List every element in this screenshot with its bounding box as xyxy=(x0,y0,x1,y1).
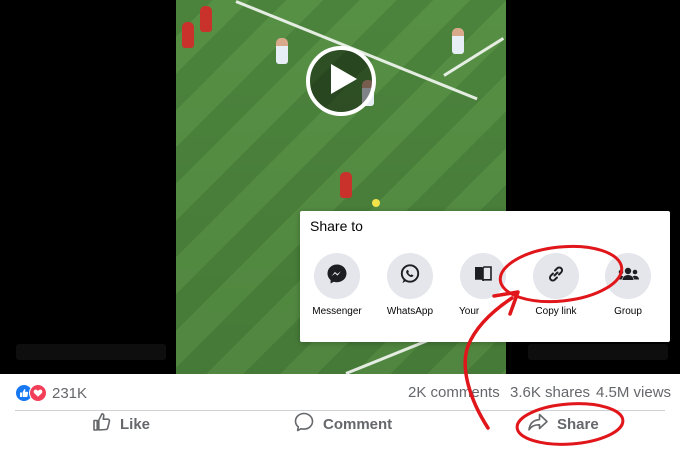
partially-visible-text xyxy=(15,447,41,454)
share-option-label: Copy link xyxy=(535,306,577,317)
messenger-icon xyxy=(326,263,348,290)
share-option-whatsapp[interactable]: WhatsApp xyxy=(370,253,450,317)
reactions-count: 231K xyxy=(52,384,88,402)
views-count: 4.5M views xyxy=(596,384,672,401)
share-panel-title: Share to xyxy=(310,218,363,234)
post-stats: 231K 2K comments 3.6K shares 4.5M views xyxy=(0,374,680,410)
book-icon xyxy=(472,263,494,290)
comments-count[interactable]: 2K comments xyxy=(408,384,500,401)
comment-icon xyxy=(293,411,315,437)
share-arrow-icon xyxy=(527,412,549,436)
share-to-panel: Share to Messenger WhatsApp Your Copy li… xyxy=(300,211,670,342)
video-controls xyxy=(16,344,166,360)
play-icon xyxy=(323,62,359,101)
player xyxy=(200,6,212,32)
ball xyxy=(372,199,380,207)
share-option-messenger[interactable]: Messenger xyxy=(297,253,377,317)
share-option-label: WhatsApp xyxy=(386,306,434,317)
thumbs-up-icon xyxy=(92,412,112,436)
play-button[interactable] xyxy=(306,46,376,116)
group-icon xyxy=(616,263,640,290)
love-reaction-icon xyxy=(29,384,47,402)
like-label: Like xyxy=(120,415,151,433)
player xyxy=(340,172,352,198)
whatsapp-icon xyxy=(399,263,421,290)
player xyxy=(276,38,288,64)
shares-count[interactable]: 3.6K shares xyxy=(510,384,590,401)
link-icon xyxy=(545,263,567,290)
share-option-label: Group xyxy=(614,306,642,317)
like-button[interactable]: Like xyxy=(92,411,150,437)
reactions-summary[interactable]: 231K xyxy=(15,384,87,402)
share-label: Share xyxy=(557,415,599,433)
comment-button[interactable]: Comment xyxy=(293,411,392,437)
share-option-group[interactable]: Group xyxy=(588,253,668,317)
share-option-label: Messenger xyxy=(312,306,362,317)
share-option-copy-link[interactable]: Copy link xyxy=(516,253,596,317)
player xyxy=(182,22,194,48)
share-option-your-story[interactable]: Your xyxy=(443,253,523,317)
video-controls xyxy=(528,344,668,360)
share-option-label: Your xyxy=(459,306,480,317)
comment-label: Comment xyxy=(323,415,393,433)
player xyxy=(452,28,464,54)
share-button[interactable]: Share xyxy=(527,411,599,437)
